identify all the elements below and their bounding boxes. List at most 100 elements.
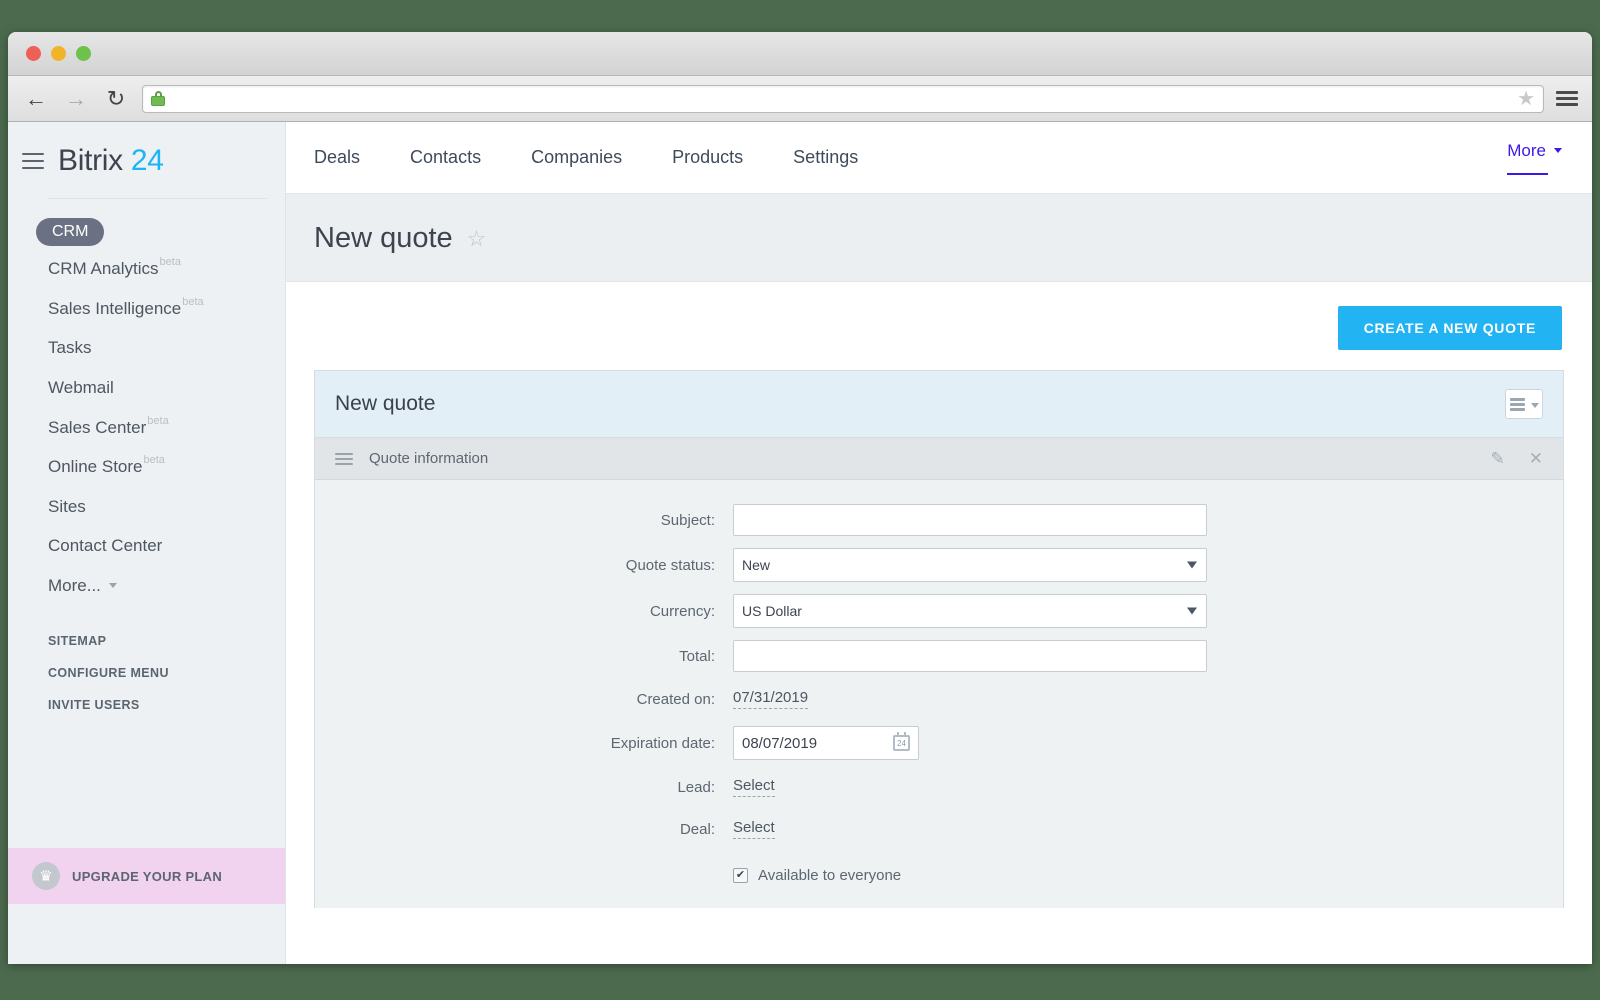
sidebar-link-invite-users[interactable]: INVITE USERS [8, 689, 285, 721]
more-menu-button[interactable]: More [1507, 141, 1562, 173]
sidebar-item-label: Tasks [48, 338, 92, 358]
chevron-down-icon [1530, 402, 1539, 408]
quote-card-actions [1505, 389, 1543, 419]
currency-value: US Dollar [742, 603, 802, 619]
address-bar[interactable]: ★ [142, 84, 1544, 113]
sidebar-item-label: Webmail [48, 378, 114, 398]
top-navigation: Deals Contacts Companies Products Settin… [286, 122, 1592, 194]
form-row-deal: Deal: Select [315, 808, 1563, 850]
upgrade-plan-label: UPGRADE YOUR PLAN [72, 868, 223, 884]
sidebar-item-label: Sites [48, 496, 86, 516]
arrow-right-icon[interactable]: → [62, 85, 90, 113]
brand-name: Bitrix [58, 144, 123, 177]
currency-label: Currency: [649, 602, 715, 620]
browser-toolbar: ← → ↻ ★ [8, 76, 1592, 122]
lead-select-link[interactable]: Select [733, 777, 775, 797]
pencil-icon[interactable]: ✎ [1491, 450, 1505, 467]
create-a-new-quote-button[interactable]: CREATE A NEW QUOTE [1337, 306, 1562, 350]
sidebar-divider [48, 198, 267, 199]
sidebar-item-crm[interactable]: CRM [8, 215, 285, 249]
sidebar-item-online-store[interactable]: Online Store beta [8, 447, 285, 487]
created-on-value[interactable]: 07/31/2019 [733, 689, 809, 709]
created-on-field-wrap: 07/31/2019 [733, 689, 1563, 709]
beta-badge: beta [159, 256, 181, 269]
tab-products[interactable]: Products [672, 147, 777, 168]
expiration-date-value: 08/07/2019 [742, 734, 818, 752]
form-row-created-on: Created on: 07/31/2019 [315, 678, 1563, 720]
sidebar-item-label: More... [48, 575, 101, 595]
top-navigation-more[interactable]: More [1507, 141, 1562, 175]
star-icon[interactable]: ★ [1517, 89, 1535, 109]
sidebar-item-sites[interactable]: Sites [8, 487, 285, 527]
currency-select[interactable]: US Dollar [733, 594, 1207, 628]
hamburger-menu-icon[interactable] [22, 153, 44, 169]
total-field-wrap [733, 640, 1563, 672]
beta-badge: beta [147, 414, 169, 427]
subject-input[interactable] [733, 504, 1207, 536]
browser-titlebar [8, 32, 1592, 76]
reload-icon[interactable]: ↻ [102, 85, 130, 113]
total-input[interactable] [733, 640, 1207, 672]
sidebar-item-webmail[interactable]: Webmail [8, 368, 285, 408]
sidebar-item-crm-analytics[interactable]: CRM Analytics beta [8, 249, 285, 289]
sidebar-item-label: Online Store [48, 457, 143, 477]
sidebar-item-label: Sales Center [48, 417, 147, 437]
form-row-subject: Subject: [315, 498, 1563, 542]
sidebar-item-sales-intelligence[interactable]: Sales Intelligence beta [8, 289, 285, 329]
section-title: Quote information [369, 450, 489, 467]
quote-information-section-header: Quote information ✎ ✕ [315, 438, 1563, 480]
drag-handle-icon[interactable] [335, 452, 353, 465]
deal-label: Deal: [679, 820, 715, 838]
sidebar-link-configure-menu[interactable]: CONFIGURE MENU [8, 657, 285, 689]
hamburger-menu-icon[interactable] [1556, 91, 1578, 106]
chevron-down-icon [1187, 607, 1197, 615]
sidebar-nav-list: CRM CRM Analytics beta Sales Intelligence… [8, 215, 285, 605]
currency-field-wrap: US Dollar [733, 594, 1563, 628]
close-icon[interactable]: ✕ [1529, 450, 1543, 467]
form-row-total: Total: [315, 634, 1563, 678]
deal-select-link[interactable]: Select [733, 819, 775, 839]
application-body: Bitrix 24 CRM CRM Analytics beta Sales In… [8, 122, 1592, 964]
available-to-everyone-checkbox[interactable]: ✔ [733, 867, 748, 883]
upgrade-plan-banner[interactable]: ♛ UPGRADE YOUR PLAN [8, 848, 285, 904]
tab-contacts[interactable]: Contacts [410, 147, 515, 168]
top-navigation-items: Deals Contacts Companies Products Settin… [314, 147, 908, 168]
lock-icon [151, 91, 165, 106]
sidebar-item-label: CRM [36, 218, 105, 247]
sidebar-item-contact-center[interactable]: Contact Center [8, 526, 285, 566]
sidebar-item-tasks[interactable]: Tasks [8, 328, 285, 368]
tab-settings[interactable]: Settings [793, 147, 892, 168]
sidebar-item-sales-center[interactable]: Sales Center beta [8, 408, 285, 448]
sidebar-brand: Bitrix 24 [8, 122, 285, 198]
arrow-left-icon[interactable]: ← [22, 85, 50, 113]
available-to-everyone-field-wrap: ✔ Available to everyone [733, 867, 1563, 884]
available-to-everyone-label: Available to everyone [758, 866, 902, 884]
sidebar: Bitrix 24 CRM CRM Analytics beta Sales In… [8, 122, 286, 964]
main-area: Deals Contacts Companies Products Settin… [286, 122, 1592, 964]
form-row-lead: Lead: Select [315, 766, 1563, 808]
expiration-date-label: Expiration date: [610, 734, 715, 752]
quote-card-title: New quote [335, 392, 436, 415]
list-view-icon[interactable] [1505, 389, 1543, 419]
brand-logo[interactable]: Bitrix 24 [58, 144, 164, 178]
star-outline-icon[interactable]: ☆ [467, 227, 487, 250]
form-row-expiration-date: Expiration date: 08/07/2019 24 [315, 720, 1563, 766]
quote-status-select[interactable]: New [733, 548, 1207, 582]
calendar-icon[interactable]: 24 [893, 732, 910, 751]
created-on-label: Created on: [636, 690, 715, 708]
deal-field-wrap: Select [733, 819, 1563, 839]
window-maximize-button[interactable] [76, 46, 91, 61]
tab-companies[interactable]: Companies [531, 147, 656, 168]
total-label: Total: [679, 647, 715, 665]
quote-status-value: New [742, 557, 771, 573]
window-close-button[interactable] [26, 46, 41, 61]
more-menu-label: More [1507, 140, 1546, 160]
expiration-date-input[interactable]: 08/07/2019 24 [733, 726, 919, 760]
chevron-down-icon [108, 582, 117, 588]
sidebar-item-more[interactable]: More... [8, 566, 285, 606]
window-minimize-button[interactable] [51, 46, 66, 61]
tab-deals[interactable]: Deals [314, 147, 394, 168]
sidebar-link-sitemap[interactable]: SITEMAP [8, 625, 285, 657]
expiration-date-field-wrap: 08/07/2019 24 [733, 726, 1563, 760]
